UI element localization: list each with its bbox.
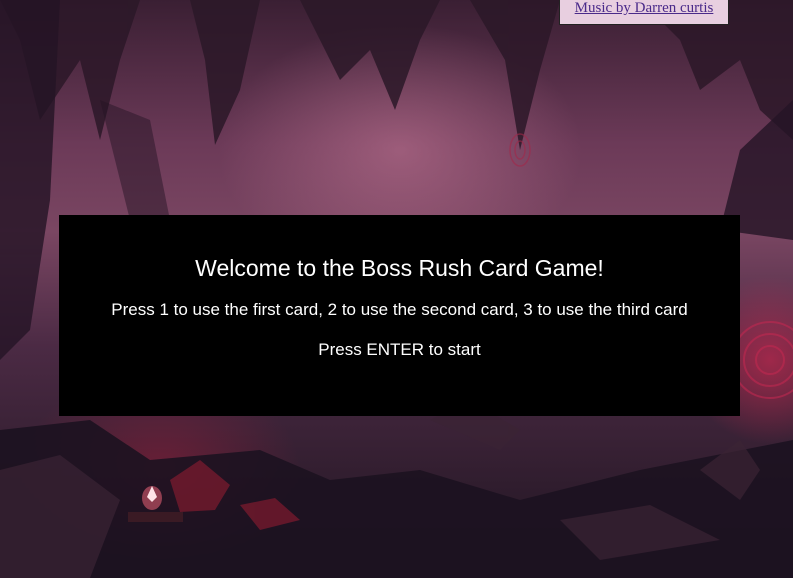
start-prompt: Press ENTER to start: [318, 340, 481, 359]
music-credit-link[interactable]: Music by Darren curtis: [559, 0, 729, 25]
welcome-title: Welcome to the Boss Rush Card Game!: [195, 255, 604, 281]
start-screen-dialog: Welcome to the Boss Rush Card Game! Pres…: [59, 215, 740, 416]
card-instructions: Press 1 to use the first card, 2 to use …: [111, 300, 688, 319]
